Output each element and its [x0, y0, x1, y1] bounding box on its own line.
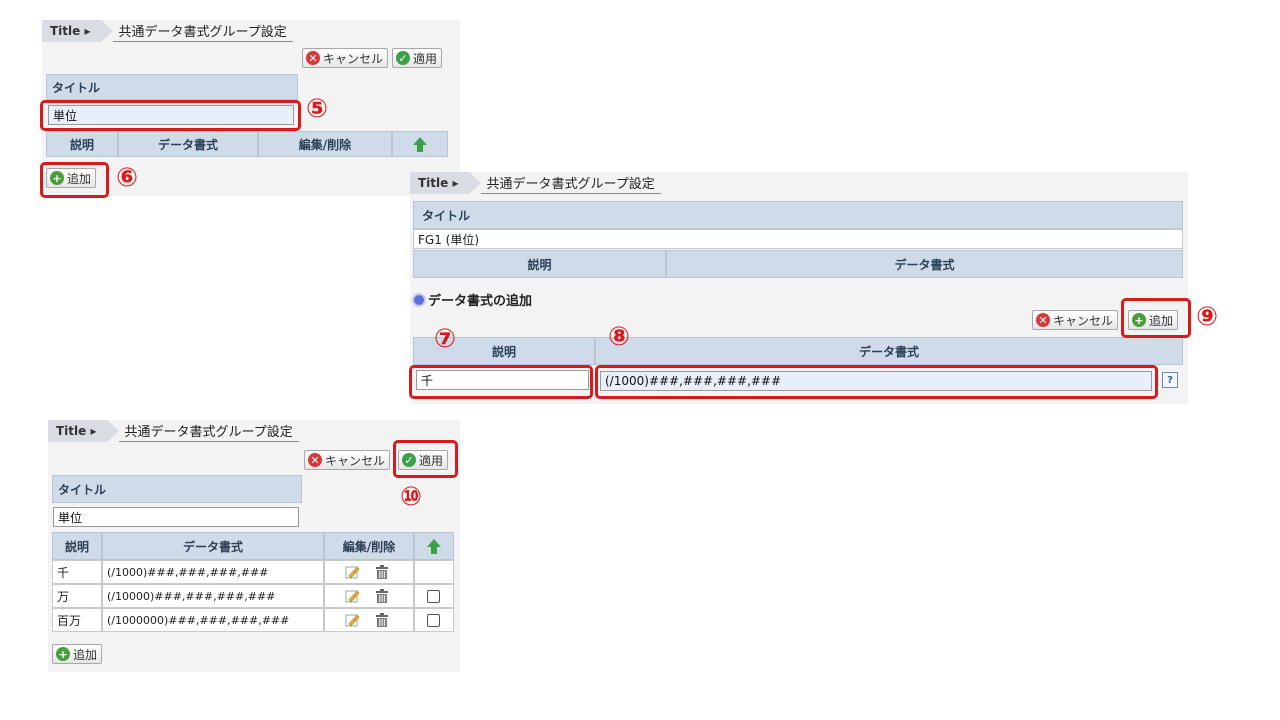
format-help-icon[interactable]: ? — [1162, 372, 1178, 388]
col-header-data-format: データ書式 — [118, 131, 258, 157]
section-add-data-format: データ書式の追加 — [412, 290, 532, 309]
title-input[interactable]: 単位 — [53, 507, 299, 527]
add-button[interactable]: + 追加 — [52, 644, 103, 664]
table-row-actions — [324, 560, 414, 584]
title-value: FG1 (単位) — [413, 229, 1183, 249]
col-header-data-format: データ書式 — [102, 532, 324, 560]
delete-icon[interactable] — [374, 588, 390, 604]
move-up-header[interactable] — [392, 131, 448, 157]
tab-title-label: Title ▸ — [48, 420, 107, 442]
title-header: タイトル — [46, 74, 298, 100]
cancel-icon: ✕ — [306, 51, 320, 65]
highlight-apply-button — [393, 440, 458, 478]
col-header-description: 説明 — [52, 532, 102, 560]
cancel-button[interactable]: ✕ キャンセル — [304, 450, 391, 470]
delete-icon[interactable] — [374, 564, 390, 580]
col-header-description: 説明 — [413, 250, 666, 278]
table-row-actions — [324, 584, 414, 608]
edit-icon[interactable] — [344, 588, 360, 604]
callout-7: ⑦ — [434, 324, 457, 354]
title-header: タイトル — [413, 201, 1183, 229]
edit-icon[interactable] — [344, 612, 360, 628]
tab-title-label: Title ▸ — [410, 172, 469, 194]
table-row-format: (/10000)###,###,###,### — [102, 584, 324, 608]
table-row-desc: 千 — [52, 560, 102, 584]
cancel-button[interactable]: ✕ キャンセル — [1032, 310, 1119, 330]
page-title: 共通データ書式グループ設定 — [118, 420, 299, 442]
highlight-description-input — [409, 365, 593, 399]
table-row-check-cell — [414, 560, 454, 584]
form-header-data-format: データ書式 — [595, 337, 1183, 365]
title-header: タイトル — [52, 475, 302, 503]
edit-icon[interactable] — [344, 564, 360, 580]
col-header-data-format: データ書式 — [666, 250, 1183, 278]
cancel-icon: ✕ — [308, 453, 322, 467]
callout-9: ⑨ — [1196, 302, 1219, 332]
col-header-description: 説明 — [46, 131, 118, 157]
title-tab: Title ▸ 共通データ書式グループ設定 — [42, 20, 293, 42]
radio-bullet-icon — [412, 292, 426, 307]
apply-button[interactable]: ✓ 適用 — [392, 48, 443, 68]
highlight-add-button-2 — [1121, 298, 1191, 338]
move-up-header[interactable] — [414, 532, 454, 560]
title-tab: Title ▸ 共通データ書式グループ設定 — [48, 420, 299, 442]
table-row-desc: 万 — [52, 584, 102, 608]
row-checkbox[interactable] — [427, 590, 440, 603]
up-arrow-icon — [427, 538, 441, 554]
check-icon: ✓ — [396, 51, 410, 65]
table-row-actions — [324, 608, 414, 632]
highlight-title-input — [40, 100, 301, 131]
cancel-button[interactable]: ✕ キャンセル — [302, 48, 389, 68]
delete-icon[interactable] — [374, 612, 390, 628]
table-row-desc: 百万 — [52, 608, 102, 632]
highlight-data-format-input — [595, 365, 1158, 399]
callout-6: ⑥ — [116, 163, 139, 193]
callout-5: ⑤ — [306, 94, 329, 124]
table-row-format: (/1000000)###,###,###,### — [102, 608, 324, 632]
title-tab: Title ▸ 共通データ書式グループ設定 — [410, 172, 661, 194]
callout-10: ⑩ — [400, 482, 423, 512]
table-row-format: (/1000)###,###,###,### — [102, 560, 324, 584]
callout-8: ⑧ — [608, 322, 631, 352]
up-arrow-icon — [413, 136, 427, 152]
page-title: 共通データ書式グループ設定 — [480, 172, 661, 194]
col-header-edit-delete: 編集/削除 — [258, 131, 392, 157]
row-checkbox[interactable] — [427, 614, 440, 627]
page-title: 共通データ書式グループ設定 — [112, 20, 293, 42]
tab-title-label: Title ▸ — [42, 20, 101, 42]
cancel-icon: ✕ — [1036, 313, 1050, 327]
col-header-edit-delete: 編集/削除 — [324, 532, 414, 560]
plus-icon: + — [56, 647, 70, 661]
highlight-add-button — [40, 162, 109, 198]
